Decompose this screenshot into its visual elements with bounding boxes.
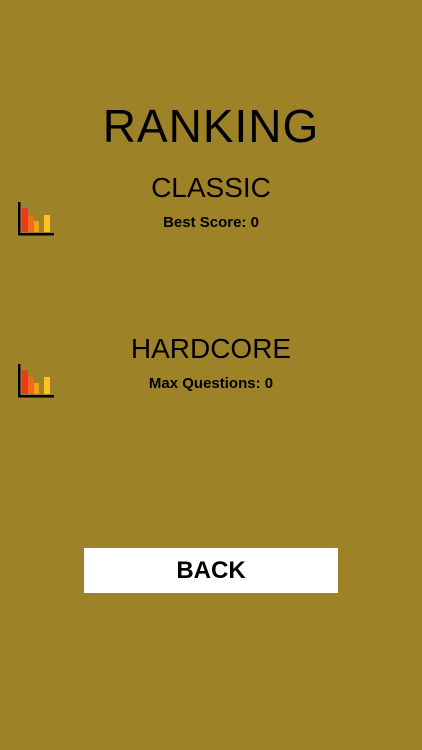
- page-title: RANKING: [102, 100, 320, 152]
- classic-best-score: Best Score: 0: [163, 214, 259, 231]
- hardcore-max-questions: Max Questions: 0: [148, 375, 274, 392]
- classic-mode-title: CLASSIC: [151, 172, 271, 203]
- ranking-screen: RANKING CLASSIC Best Score: 0 HARDCORE M…: [0, 0, 422, 750]
- back-button[interactable]: BACK: [84, 548, 338, 593]
- hardcore-mode-title: HARDCORE: [130, 333, 292, 364]
